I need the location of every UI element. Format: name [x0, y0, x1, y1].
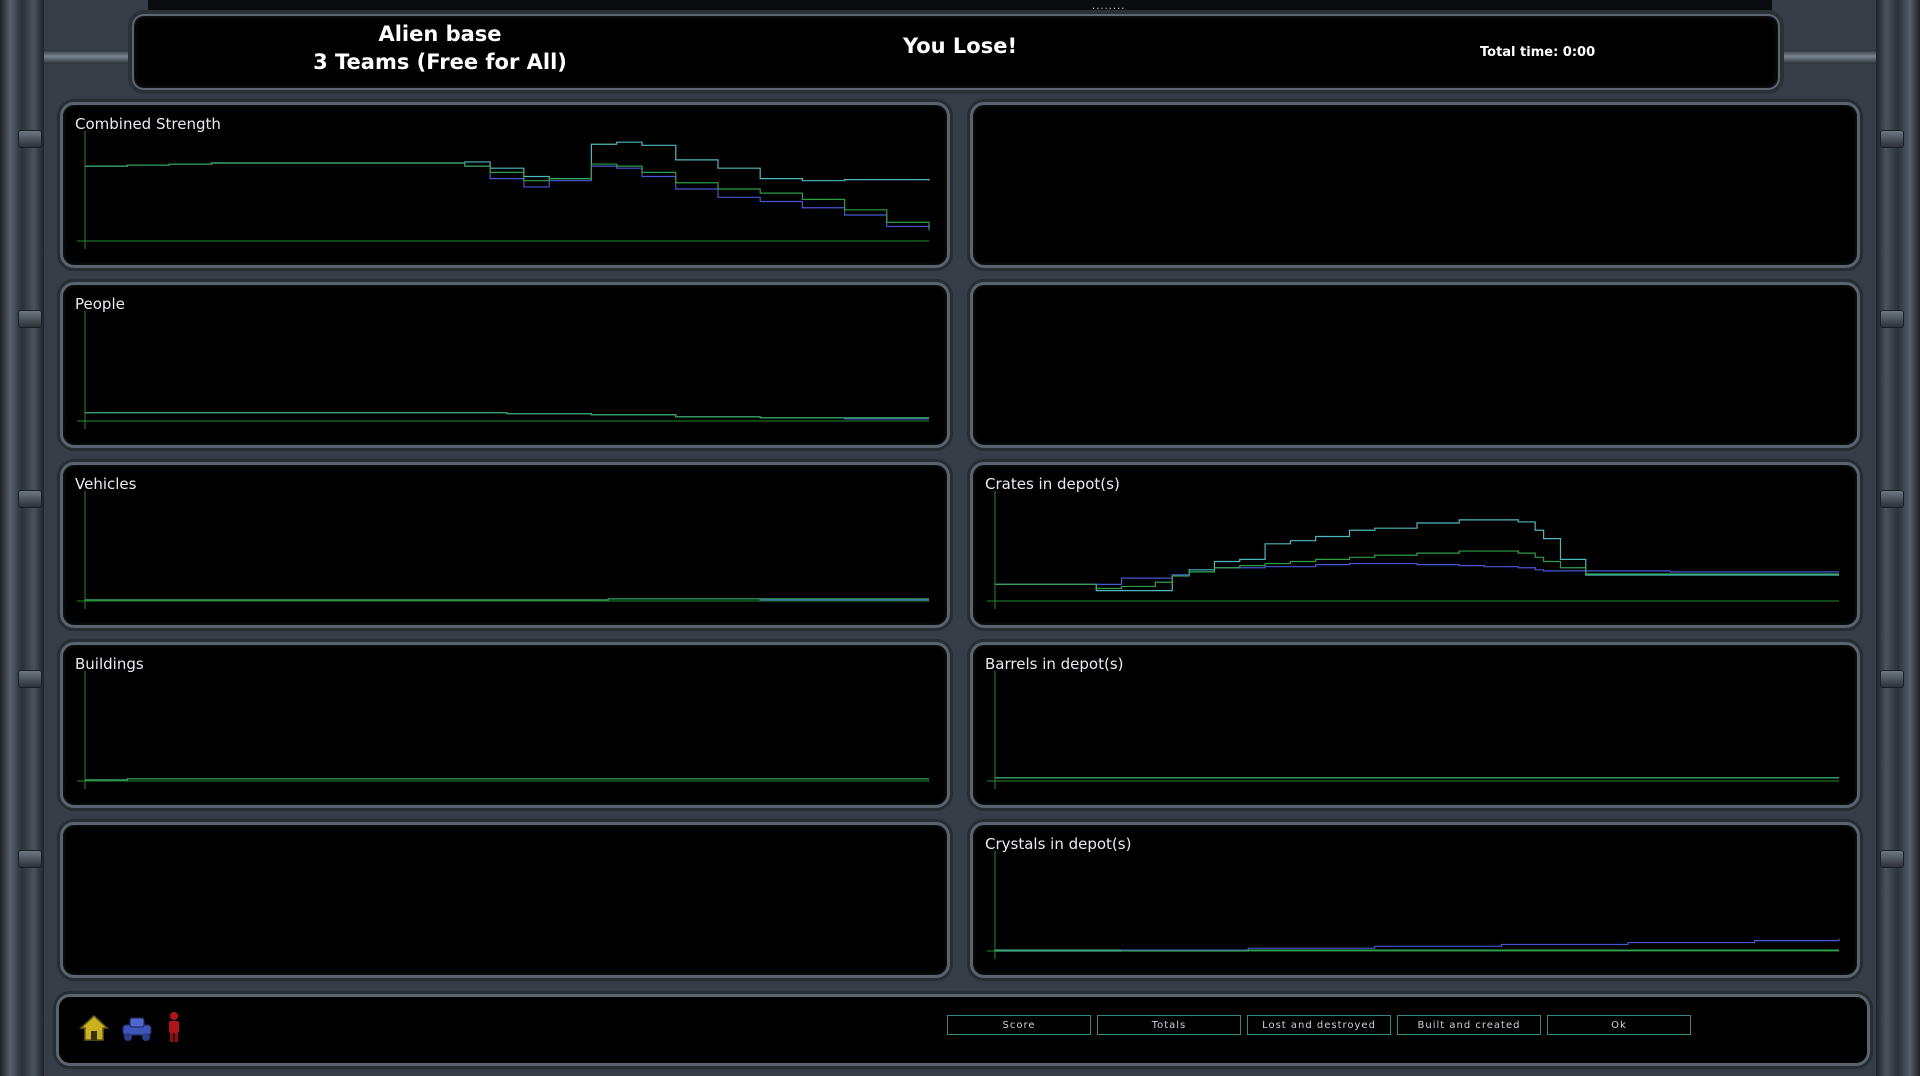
total-time: Total time: 0:00 — [1480, 45, 1596, 60]
series-line-2 — [995, 938, 1840, 952]
chart-vehicles — [77, 491, 929, 609]
frame-bolt — [1880, 490, 1904, 508]
panel-vehicles: Vehicles — [60, 462, 950, 628]
chart-buildings — [77, 671, 929, 789]
frame-bolt — [1880, 130, 1904, 148]
panel-barrels: Barrels in depot(s) — [970, 642, 1860, 808]
game-result: You Lose! — [902, 34, 1018, 58]
frame-pipe-right — [1780, 50, 1876, 64]
lost-and-destroyed-button[interactable]: Lost and destroyed — [1247, 1015, 1391, 1035]
chart-combined-strength — [77, 131, 930, 249]
panel-combined-strength: Combined Strength — [60, 102, 950, 268]
ok-button[interactable]: Ok — [1547, 1015, 1691, 1035]
score-button[interactable]: Score — [947, 1015, 1091, 1035]
frame-bolt — [18, 670, 42, 688]
panel-crystals: Crystals in depot(s) — [970, 822, 1860, 978]
series-line-3 — [85, 778, 929, 781]
panel-crates: Crates in depot(s) — [970, 462, 1860, 628]
house-icon[interactable] — [79, 1013, 109, 1047]
series-line-1 — [85, 141, 930, 182]
footer-bar: Score Totals Lost and destroyed Built an… — [56, 994, 1870, 1066]
map-title: Alien base 3 Teams (Free for All) — [280, 20, 600, 76]
game-mode: 3 Teams (Free for All) — [313, 50, 567, 74]
frame-bolt — [18, 490, 42, 508]
frame-bolt — [1880, 850, 1904, 868]
built-and-created-button[interactable]: Built and created — [1397, 1015, 1541, 1035]
vehicle-icon[interactable] — [119, 1013, 155, 1047]
panel-empty-right-2 — [970, 282, 1860, 448]
team-icons — [79, 1011, 183, 1047]
frame-bolt — [18, 310, 42, 328]
chart-crystals — [987, 851, 1840, 959]
panel-buildings: Buildings — [60, 642, 950, 808]
series-line-3 — [85, 412, 929, 419]
chart-people — [77, 311, 929, 429]
frame-bolt — [1880, 670, 1904, 688]
person-icon[interactable] — [165, 1011, 183, 1047]
totals-button[interactable]: Totals — [1097, 1015, 1241, 1035]
frame-pipe-left — [44, 50, 134, 64]
chart-crates — [987, 491, 1839, 609]
chart-barrels — [987, 671, 1839, 789]
top-handle-dots: ........ — [1092, 1, 1126, 12]
frame-bolt — [18, 130, 42, 148]
frame-bolt — [1880, 310, 1904, 328]
frame-bolt — [18, 850, 42, 868]
series-line-3 — [85, 162, 930, 229]
panel-empty-left — [60, 822, 950, 978]
map-name: Alien base — [378, 22, 502, 46]
panel-empty-right-1 — [970, 102, 1860, 268]
panel-people: People — [60, 282, 950, 448]
